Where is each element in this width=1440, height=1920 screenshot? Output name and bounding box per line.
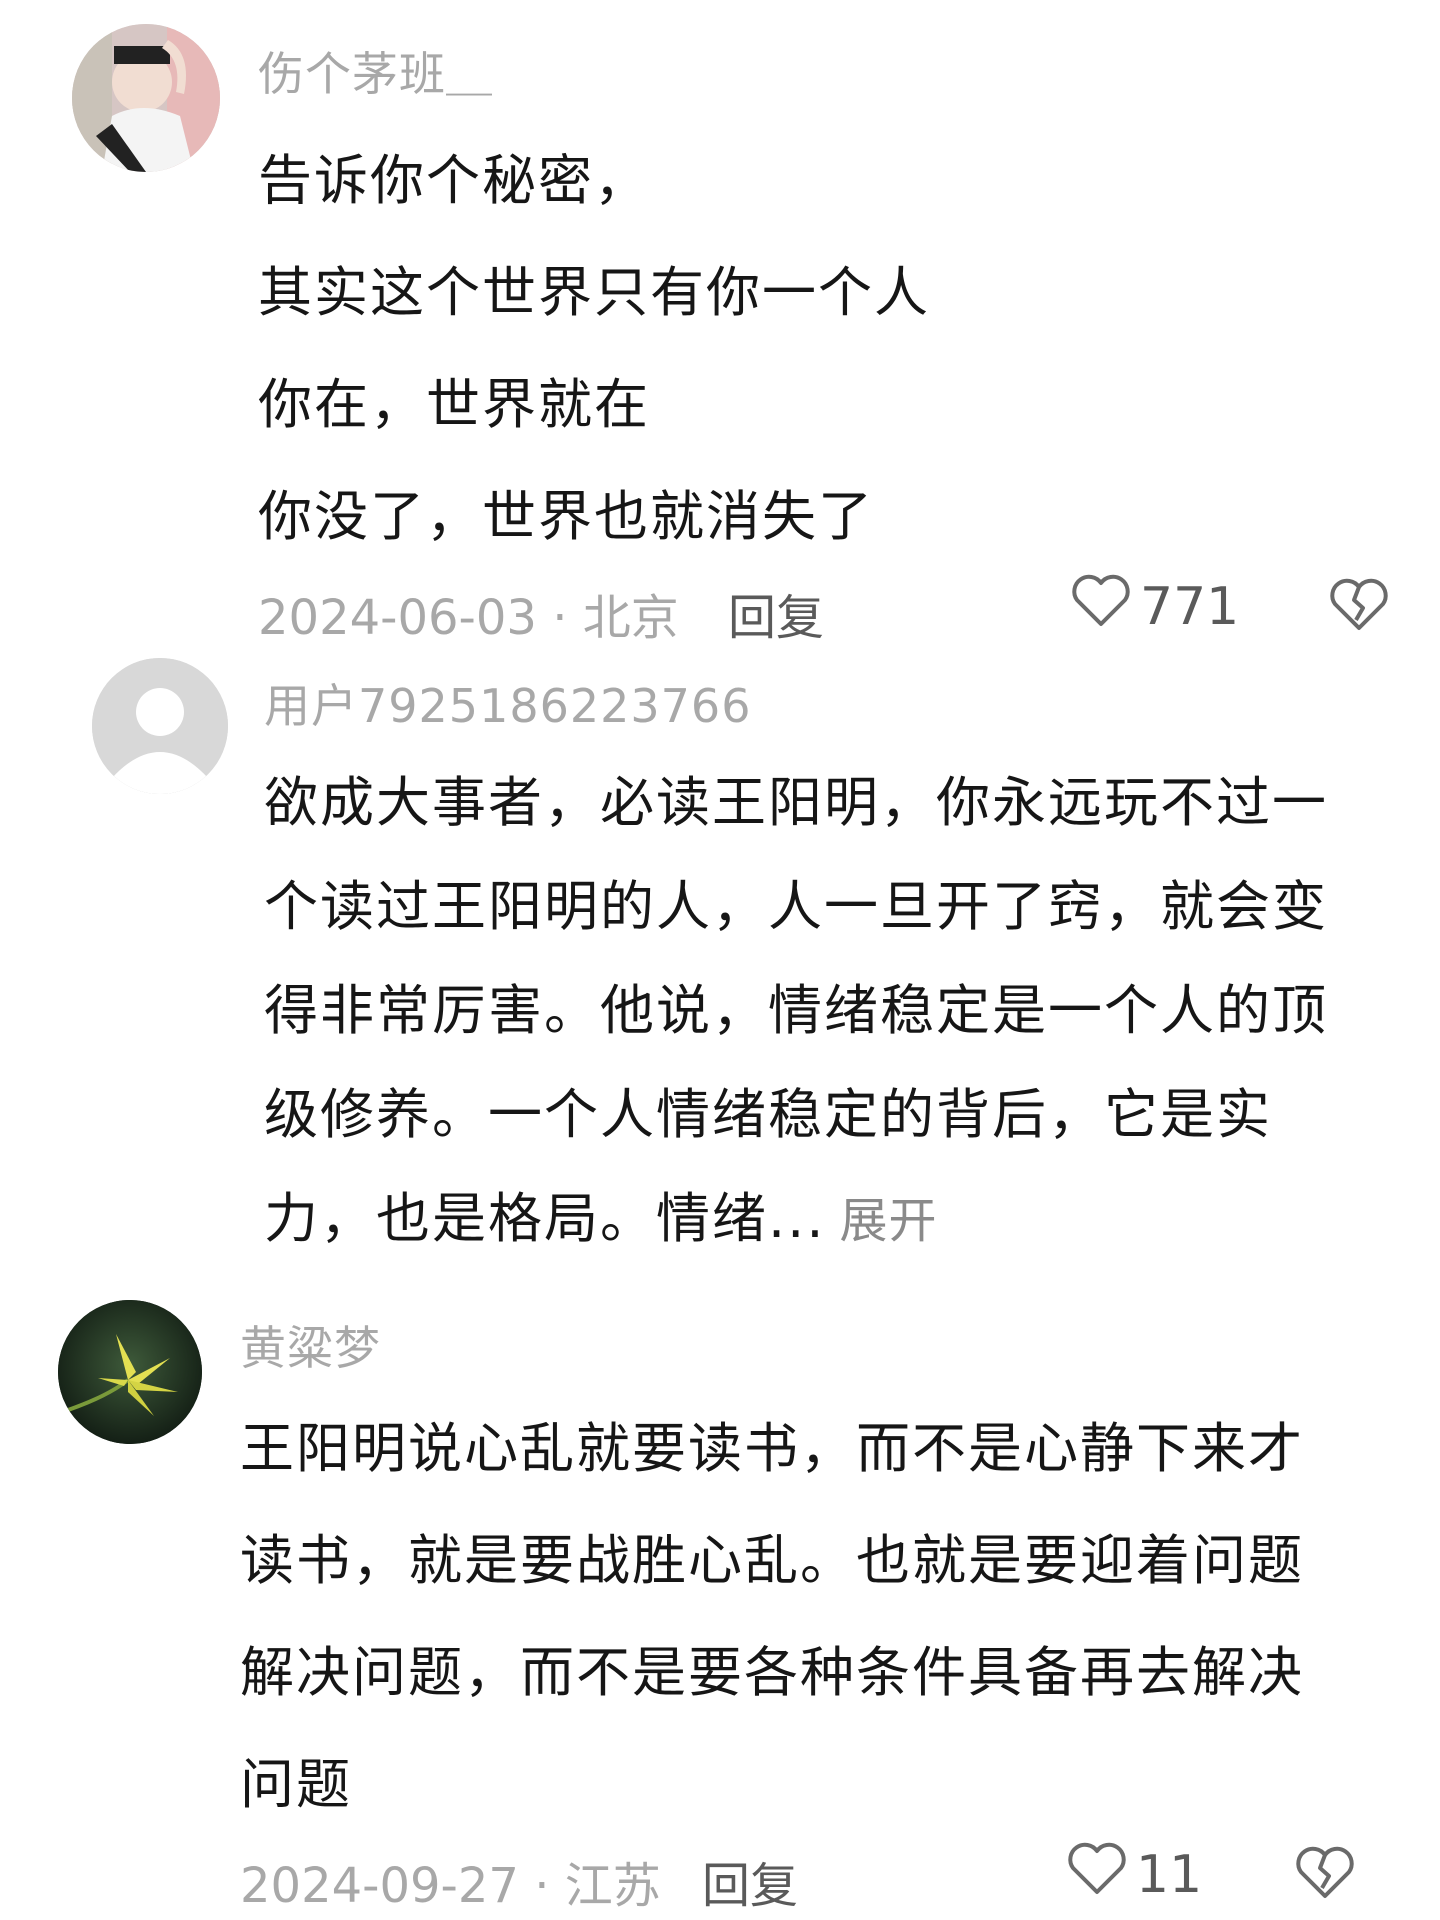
comment-username[interactable]: 伤个茅班＿ [258, 38, 493, 104]
comment-text-line: 欲成大事者，必读王阳明，你永远玩不过一 [264, 771, 1328, 834]
comment-text-line: 告诉你个秘密， [258, 149, 650, 212]
like-count: 771 [1140, 576, 1240, 637]
comment-text-line: 解决问题，而不是要各种条件具备再去解决 [240, 1641, 1304, 1704]
broken-heart-icon [1328, 578, 1390, 636]
comment-text-line: 王阳明说心乱就要读书，而不是心静下来才 [240, 1417, 1304, 1480]
dislike-button[interactable] [1294, 1844, 1356, 1904]
comment-text-line: 你没了，世界也就消失了 [258, 485, 874, 548]
comment-text-line: 你在，世界就在 [258, 373, 650, 436]
comment-text-line: 问题 [240, 1753, 352, 1816]
like-button[interactable]: 771 [1070, 572, 1239, 641]
comment-text-truncated: 力，也是格局。情绪... [264, 1187, 826, 1250]
comment-username[interactable]: 黄粱梦 [240, 1312, 381, 1378]
default-user-avatar[interactable] [92, 658, 228, 794]
comment-text-line: 读书，就是要战胜心乱。也就是要迎着问题 [240, 1529, 1304, 1592]
comment-text-line: 得非常厉害。他说，情绪稳定是一个人的顶 [264, 979, 1328, 1042]
like-button[interactable]: 11 [1066, 1840, 1202, 1909]
comment-username[interactable]: 用户7925186223766 [264, 670, 751, 736]
heart-outline-icon [1066, 1840, 1128, 1909]
comment-date-location: 2024-09-27 · 江苏 [240, 1858, 661, 1914]
comment-text-line: 其实这个世界只有你一个人 [258, 261, 930, 324]
broken-heart-icon [1294, 1846, 1356, 1904]
dislike-button[interactable] [1328, 576, 1390, 636]
user-photo-avatar[interactable] [72, 24, 220, 172]
comment-text-line: 级修养。一个人情绪稳定的背后，它是实 [264, 1083, 1272, 1146]
like-count: 11 [1136, 1844, 1203, 1905]
expand-link[interactable]: 展开 [840, 1193, 938, 1249]
flower-avatar[interactable] [58, 1300, 202, 1444]
reply-button[interactable]: 回复 [702, 1846, 798, 1916]
comment-text-line: 个读过王阳明的人，人一旦开了窍，就会变 [264, 875, 1328, 938]
reply-button[interactable]: 回复 [728, 578, 824, 648]
comment-date-location: 2024-06-03 · 北京 [258, 590, 679, 646]
comment-text-line: 力，也是格局。情绪... 展开 [264, 1174, 938, 1253]
heart-outline-icon [1070, 572, 1132, 641]
